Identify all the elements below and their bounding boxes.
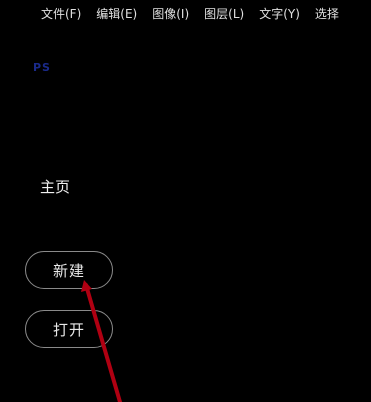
app-logo: PS [33,61,51,74]
menu-select[interactable]: 选择 [315,0,339,28]
open-button[interactable]: 打开 [25,310,113,348]
menu-type[interactable]: 文字(Y) [259,0,300,28]
menu-file[interactable]: 文件(F) [41,0,81,28]
menu-bar: 文件(F) 编辑(E) 图像(I) 图层(L) 文字(Y) 选择 [0,0,371,28]
menu-layer[interactable]: 图层(L) [204,0,244,28]
menu-image[interactable]: 图像(I) [152,0,189,28]
app-window: 文件(F) 编辑(E) 图像(I) 图层(L) 文字(Y) 选择 PS 主页 新… [0,0,371,402]
menu-edit[interactable]: 编辑(E) [96,0,137,28]
home-title: 主页 [40,178,71,196]
new-button[interactable]: 新建 [25,251,113,289]
